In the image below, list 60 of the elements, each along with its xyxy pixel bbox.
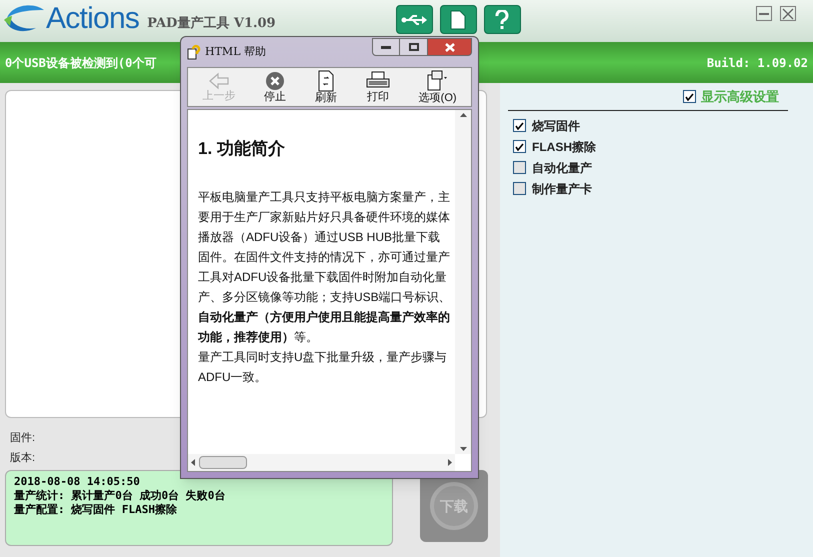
maximize-button[interactable] — [400, 38, 427, 56]
advanced-settings-label: 显示高级设置 — [701, 88, 779, 106]
checkmark-icon — [685, 92, 694, 100]
build-version: Build: 1.09.02 — [706, 54, 808, 72]
app-title: PAD量产工具 V1.09 — [147, 14, 276, 32]
option-label: 自动化量产 — [532, 160, 592, 176]
scroll-down-icon — [460, 447, 466, 451]
toolbar-button[interactable]: 打印 — [366, 70, 390, 104]
stop-icon — [265, 70, 286, 90]
checkmark-icon — [515, 122, 524, 130]
close-icon — [782, 8, 794, 20]
help-paragraph: 平板电脑量产工具只支持平板电脑方案量产，主要用于生产厂家新贴片好只具备硬件环境的媒体播放器（ADFU设备）通过USB HUB批量下载固件。在固件文件支持的情况下，亦可通过量产工具对ADFU设备批量下载固件时附加自动化量产、多分区镜像等功能；支持USB端口号标识、自动化量产（方便用户使用且能提高量产效率的功能，推荐使用）等。 — [198, 188, 451, 346]
back-arrow-icon — [208, 72, 230, 90]
minimize-button[interactable] — [756, 6, 772, 21]
checkmark-icon — [515, 142, 524, 150]
scroll-up-icon — [460, 113, 466, 117]
firmware-label: 固件: — [10, 431, 36, 446]
log-line: 量产统计: 累计量产0台 成功0台 失败0台 — [14, 489, 226, 503]
scroll-left-icon — [191, 459, 195, 466]
refresh-page-icon — [317, 70, 336, 92]
document-icon — [450, 10, 466, 30]
log-line: 量产配置: 烧写固件 FLASH擦除 — [14, 503, 178, 517]
logo-mark-icon — [4, 4, 46, 34]
close-button[interactable] — [427, 38, 472, 56]
version-label: 版本: — [10, 450, 36, 466]
checkbox[interactable] — [513, 119, 526, 132]
usb-icon — [401, 14, 428, 26]
scroll-thumb[interactable] — [199, 456, 247, 469]
usb-button[interactable] — [396, 5, 433, 34]
minimize-icon — [381, 46, 391, 48]
help-window-title: HTML 帮助 — [205, 44, 266, 60]
help-button[interactable] — [484, 5, 521, 34]
toolbar-button[interactable]: 选项(O) — [418, 70, 457, 104]
document-button[interactable] — [440, 5, 477, 34]
checkbox[interactable] — [513, 140, 526, 153]
option-label: FLASH擦除 — [532, 138, 596, 156]
options-icon — [426, 70, 450, 92]
option-label: 烧写固件 — [532, 118, 580, 134]
help-heading: 1. 功能简介 — [198, 138, 286, 160]
checkbox[interactable] — [513, 182, 526, 195]
question-mark-icon — [495, 10, 510, 30]
maximize-icon — [408, 43, 418, 51]
vertical-scrollbar[interactable] — [455, 110, 471, 454]
option-label: 制作量产卡 — [532, 180, 592, 198]
scroll-right-icon — [448, 459, 452, 466]
toolbar-button[interactable]: 刷新 — [315, 70, 338, 104]
brand-logo: Actions — [46, 4, 140, 34]
horizontal-scrollbar[interactable] — [188, 454, 455, 471]
help-paragraph: 量产工具同时支持U盘下批量升级，量产步骤与ADFU一致。 — [198, 348, 448, 386]
checkbox[interactable] — [683, 90, 696, 103]
close-button[interactable] — [780, 6, 796, 21]
log-line: 2018-08-08 14:05:50 — [14, 475, 141, 489]
minimize-icon — [759, 12, 769, 14]
minimize-button[interactable] — [372, 38, 400, 56]
device-status-text: 0个USB设备被检测到(0个可 — [5, 54, 156, 72]
help-question-icon — [187, 44, 201, 60]
close-icon — [444, 42, 454, 52]
toolbar-button[interactable]: 停止 — [264, 70, 286, 104]
checkbox[interactable] — [513, 161, 526, 174]
printer-icon — [366, 70, 390, 90]
